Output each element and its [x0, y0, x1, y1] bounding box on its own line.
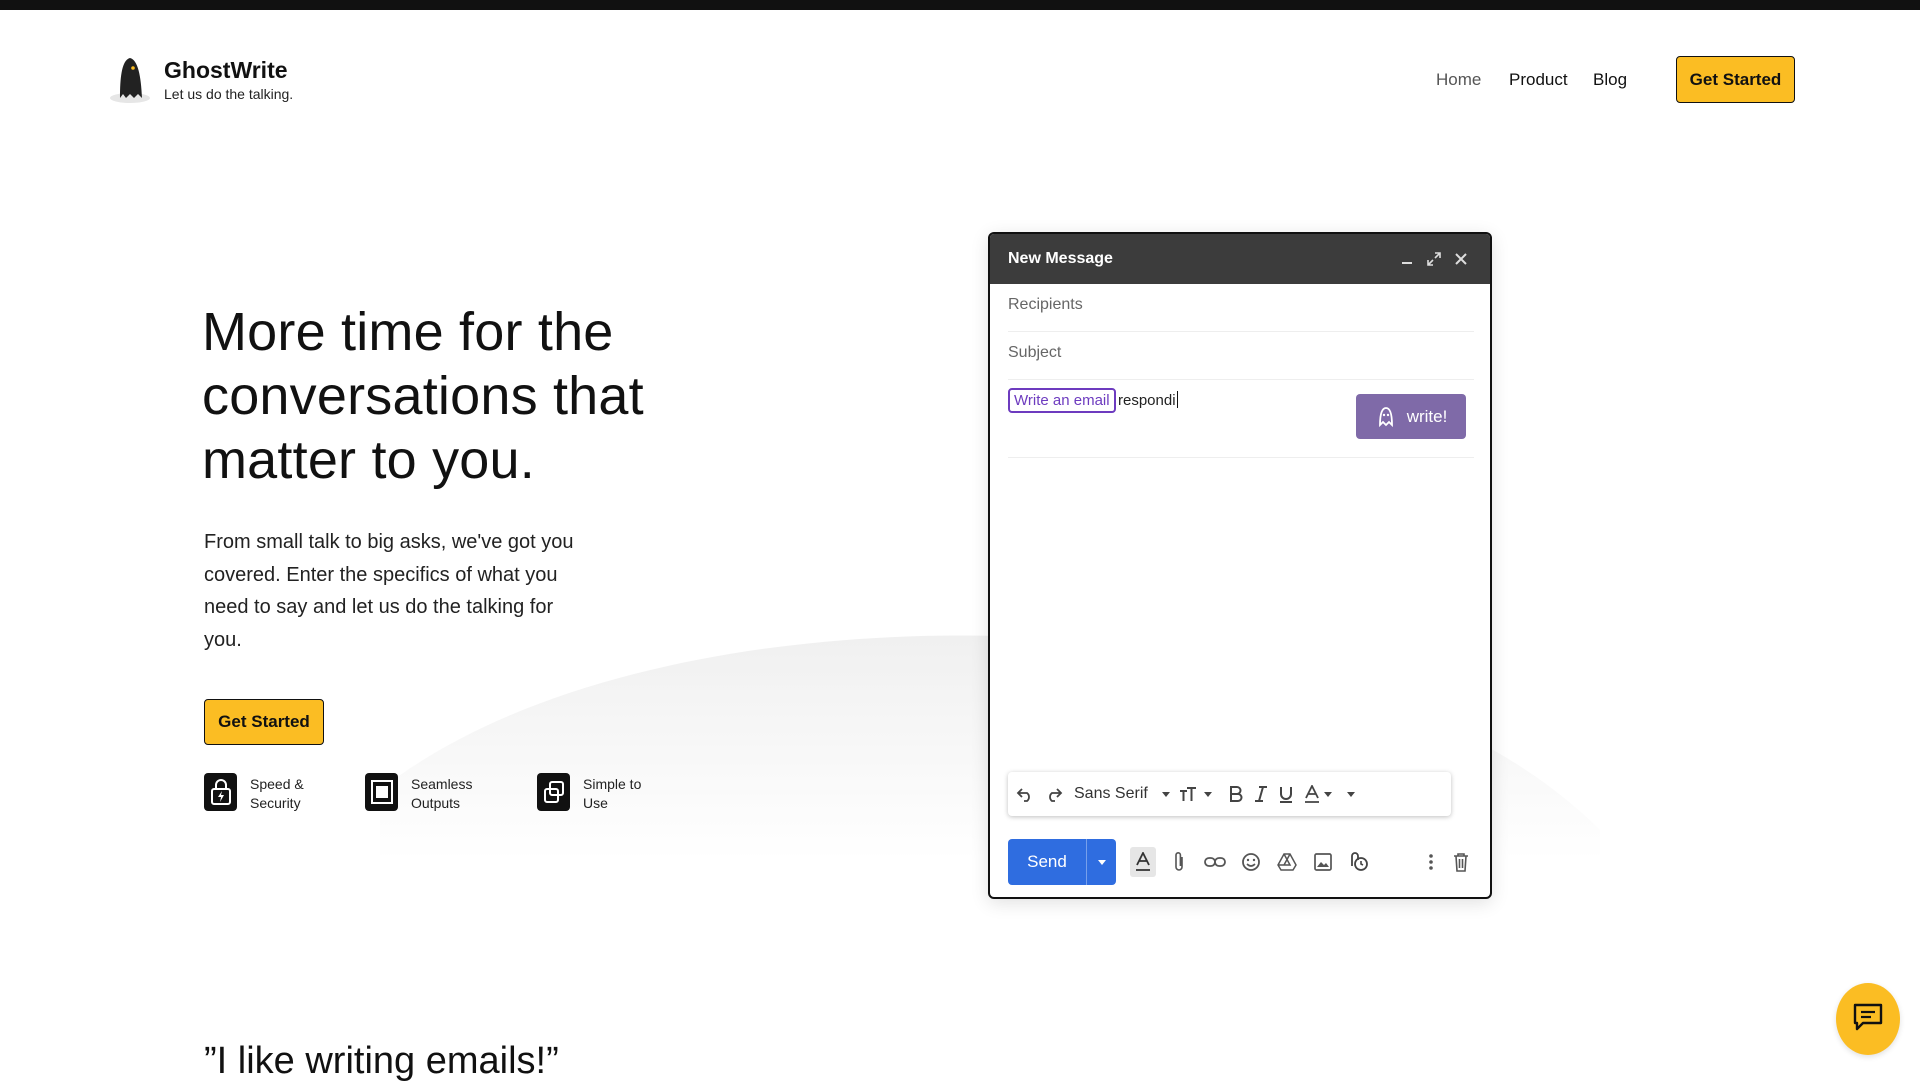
chevron-down-icon	[1161, 791, 1170, 797]
redo-icon[interactable]	[1045, 780, 1063, 808]
frame-icon	[365, 773, 398, 811]
expand-icon[interactable]	[1423, 248, 1445, 270]
chevron-down-icon	[1346, 791, 1355, 797]
text-size-icon[interactable]	[1178, 780, 1212, 808]
confidential-lock-icon[interactable]	[1346, 847, 1372, 877]
hero-title: More time for the conversations that mat…	[202, 302, 644, 490]
chat-icon	[1853, 1003, 1883, 1036]
lock-bolt-icon	[204, 773, 237, 811]
brand-name: GhostWrite	[164, 57, 288, 83]
hero-subtitle: From small talk to big asks, we've got y…	[204, 531, 574, 651]
testimonial-quote: ”I like writing emails!”	[204, 1040, 559, 1082]
underline-icon[interactable]	[1279, 780, 1293, 808]
emoji-icon[interactable]	[1238, 847, 1264, 877]
formatting-toggle-icon[interactable]	[1130, 847, 1156, 877]
attach-icon[interactable]	[1166, 847, 1192, 877]
feature-speed-security: Speed & Security	[204, 773, 330, 813]
more-formatting-icon[interactable]	[1343, 780, 1355, 808]
italic-icon[interactable]	[1254, 780, 1268, 808]
send-options-chevron-icon[interactable]	[1086, 839, 1116, 885]
font-select[interactable]: Sans Serif	[1074, 780, 1170, 808]
minimize-icon[interactable]	[1396, 248, 1418, 270]
copy-icon	[537, 773, 570, 811]
chevron-down-icon	[1323, 791, 1332, 797]
chevron-down-icon	[1203, 791, 1212, 797]
formatting-toolbar: Sans Serif	[1008, 772, 1451, 816]
feature-simple-to-use: Simple to Use	[537, 773, 663, 813]
text-color-icon[interactable]	[1304, 780, 1332, 808]
nav-get-started-button[interactable]: Get Started	[1676, 56, 1795, 103]
feature-label: Simple to Use	[583, 776, 642, 811]
chat-button[interactable]	[1836, 983, 1900, 1055]
undo-icon[interactable]	[1016, 780, 1034, 808]
body-typed-text[interactable]: respondi	[1118, 391, 1178, 409]
brand-tagline: Let us do the talking.	[164, 86, 294, 102]
divider	[1008, 457, 1474, 458]
nav-product[interactable]: Product	[1509, 70, 1568, 90]
nav-home[interactable]: Home	[1436, 70, 1481, 90]
compose-window: New Message Recipients Subject Write an …	[988, 232, 1492, 899]
write-button-label: write!	[1406, 406, 1448, 426]
ghost-icon	[1375, 406, 1397, 428]
drive-icon[interactable]	[1274, 847, 1300, 877]
prompt-chip[interactable]: Write an email	[1008, 388, 1116, 413]
font-select-value: Sans Serif	[1074, 785, 1148, 802]
bold-icon[interactable]	[1229, 780, 1243, 808]
top-border	[0, 0, 1920, 10]
hero-get-started-button[interactable]: Get Started	[204, 699, 324, 745]
brand-logo[interactable]: GhostWrite Let us do the talking.	[108, 54, 293, 104]
send-label: Send	[1027, 852, 1067, 871]
nav-blog[interactable]: Blog	[1593, 70, 1627, 90]
close-icon[interactable]	[1450, 248, 1472, 270]
feature-seamless-outputs: Seamless Outputs	[365, 773, 491, 813]
feature-label: Speed & Security	[250, 776, 304, 811]
ghost-icon	[108, 54, 154, 104]
write-button[interactable]: write!	[1356, 394, 1466, 439]
feature-label: Seamless Outputs	[411, 776, 473, 811]
compose-actions: Send	[1008, 839, 1474, 885]
compose-title: New Message	[1008, 250, 1113, 267]
recipients-field[interactable]: Recipients	[1008, 296, 1474, 332]
more-options-icon[interactable]	[1418, 847, 1444, 877]
subject-field[interactable]: Subject	[1008, 344, 1474, 380]
compose-header: New Message	[990, 234, 1490, 284]
image-icon[interactable]	[1310, 847, 1336, 877]
link-icon[interactable]	[1202, 847, 1228, 877]
trash-icon[interactable]	[1448, 847, 1474, 877]
send-button[interactable]: Send	[1008, 839, 1116, 885]
